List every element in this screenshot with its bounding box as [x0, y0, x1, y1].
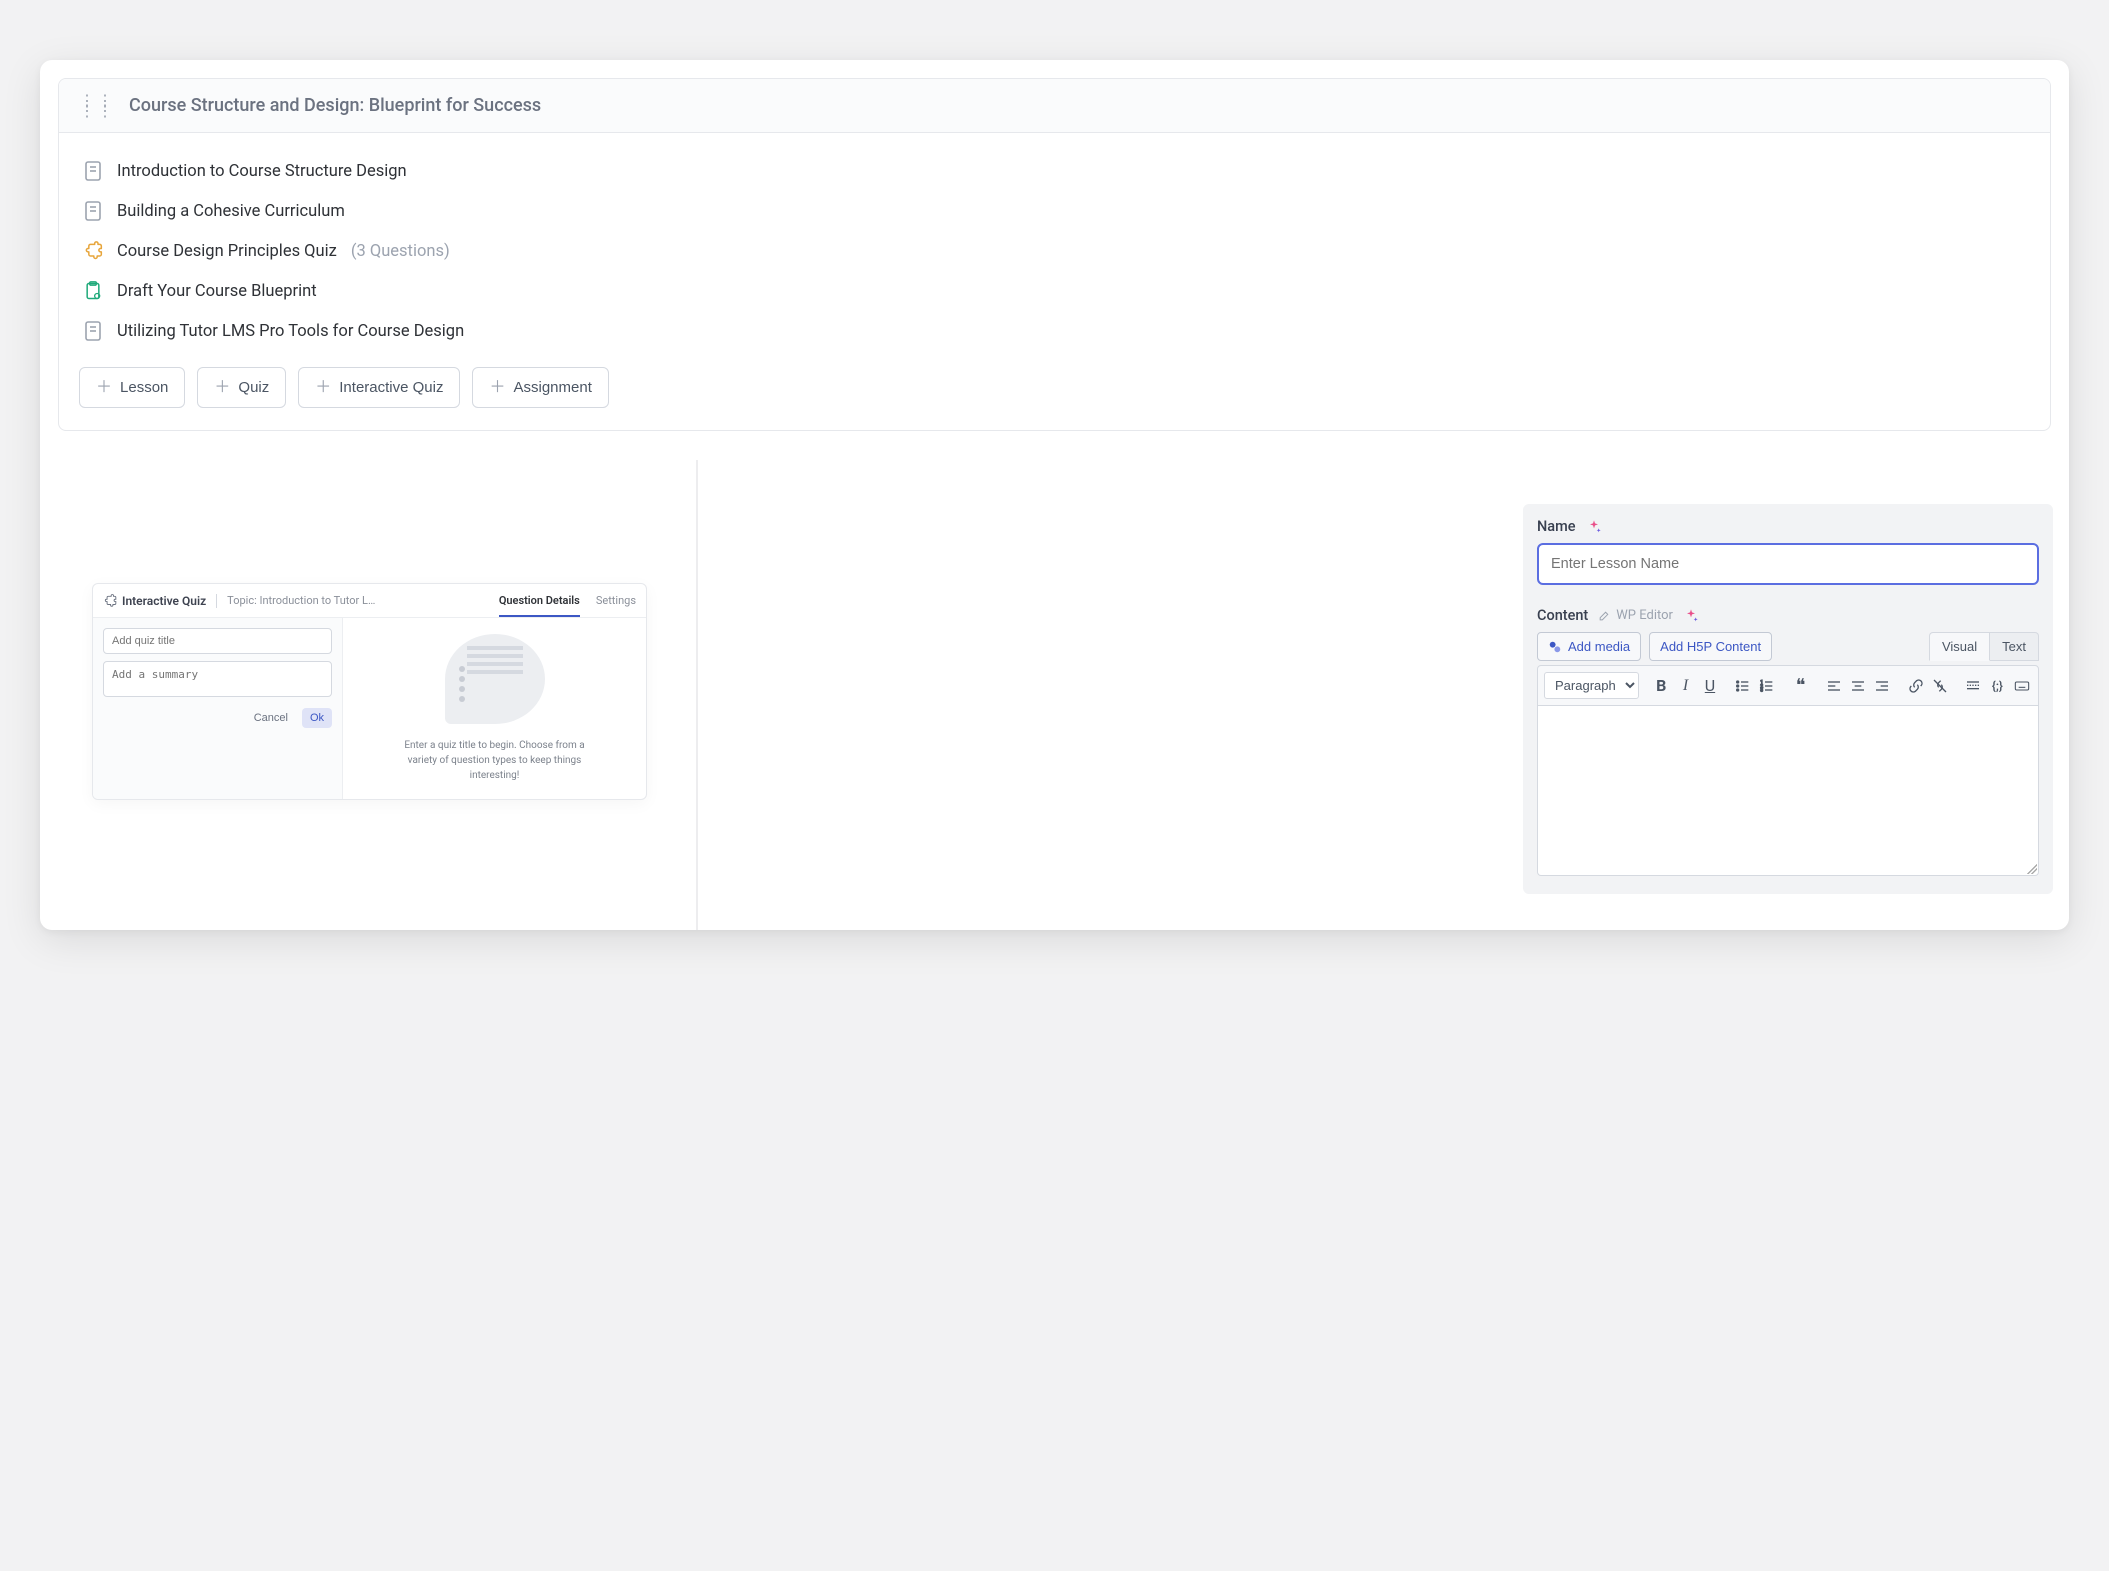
- add-media-button[interactable]: Add media: [1537, 632, 1641, 661]
- button-label: Assignment: [514, 379, 592, 396]
- quiz-hint-text: Enter a quiz title to begin. Choose from…: [395, 738, 595, 783]
- button-label: Add H5P Content: [1660, 639, 1761, 654]
- button-label: Quiz: [238, 379, 269, 396]
- ai-sparkle-icon[interactable]: [1683, 608, 1699, 624]
- content-item-label: Introduction to Course Structure Design: [117, 162, 407, 181]
- content-item-assignment[interactable]: Draft Your Course Blueprint: [79, 271, 2030, 311]
- document-icon: [83, 321, 103, 341]
- shortcode-button[interactable]: {;}: [1987, 673, 2007, 699]
- bullet-list-button[interactable]: [1733, 673, 1753, 699]
- add-assignment-button[interactable]: ＋ Assignment: [472, 367, 608, 408]
- ok-button[interactable]: Ok: [302, 708, 332, 728]
- drag-handle-icon[interactable]: ⋮⋮⋮⋮: [79, 97, 115, 115]
- puzzle-icon: [83, 241, 103, 261]
- name-field-label: Name: [1537, 518, 1576, 535]
- course-box: ⋮⋮⋮⋮ Course Structure and Design: Bluepr…: [58, 78, 2051, 431]
- tab-visual[interactable]: Visual: [1929, 632, 1990, 661]
- svg-text:3: 3: [1761, 687, 1764, 693]
- media-icon: [1548, 640, 1562, 654]
- content-field-label: Content: [1537, 607, 1588, 624]
- editor-mode-tabs: Visual Text: [1929, 632, 2039, 661]
- underline-button[interactable]: U: [1700, 673, 1720, 699]
- editor-toolbar: Paragraph B I U 123 ❝ {;}: [1537, 665, 2039, 706]
- resize-handle-icon[interactable]: [2027, 864, 2037, 874]
- content-item-label: Draft Your Course Blueprint: [117, 282, 317, 301]
- quiz-empty-state: Enter a quiz title to begin. Choose from…: [343, 618, 646, 799]
- content-item-label: Building a Cohesive Curriculum: [117, 202, 345, 221]
- quiz-panel-title: Interactive Quiz: [122, 594, 206, 608]
- more-button[interactable]: [1963, 673, 1983, 699]
- wp-editor-label: WP Editor: [1616, 608, 1673, 623]
- keyboard-button[interactable]: [2012, 673, 2032, 699]
- divider: [216, 594, 217, 608]
- button-label: Interactive Quiz: [339, 379, 443, 396]
- wp-editor-toggle[interactable]: WP Editor: [1598, 608, 1673, 623]
- question-count: (3 Questions): [351, 242, 450, 261]
- add-interactive-quiz-button[interactable]: ＋ Interactive Quiz: [298, 367, 460, 408]
- add-quiz-button[interactable]: ＋ Quiz: [197, 367, 286, 408]
- align-right-button[interactable]: [1872, 673, 1892, 699]
- quiz-summary-input[interactable]: [103, 661, 332, 697]
- add-lesson-button[interactable]: ＋ Lesson: [79, 367, 185, 408]
- ai-sparkle-icon[interactable]: [1586, 519, 1602, 535]
- document-icon: [83, 161, 103, 181]
- button-label: Add media: [1568, 639, 1630, 654]
- content-item-quiz[interactable]: Course Design Principles Quiz (3 Questio…: [79, 231, 2030, 271]
- add-h5p-button[interactable]: Add H5P Content: [1649, 632, 1772, 661]
- lesson-editor-panel: Name Content WP Editor Add media: [1523, 504, 2053, 894]
- quiz-topic-label: Topic: Introduction to Tutor LMS P...: [227, 594, 377, 607]
- clipboard-icon: [83, 281, 103, 301]
- format-select[interactable]: Paragraph: [1544, 672, 1639, 699]
- quiz-left-form: Cancel Ok: [93, 618, 343, 799]
- page-card: ⋮⋮⋮⋮ Course Structure and Design: Bluepr…: [40, 60, 2069, 930]
- align-center-button[interactable]: [1848, 673, 1868, 699]
- course-header[interactable]: ⋮⋮⋮⋮ Course Structure and Design: Bluepr…: [59, 79, 2050, 133]
- tab-question-details[interactable]: Question Details: [499, 590, 580, 611]
- course-body: Introduction to Course Structure Design …: [59, 133, 2050, 430]
- panel-seam: [696, 460, 698, 930]
- content-item-label: Course Design Principles Quiz: [117, 242, 337, 261]
- quiz-title-input[interactable]: [103, 628, 332, 654]
- italic-button[interactable]: I: [1675, 673, 1695, 699]
- document-icon: [83, 201, 103, 221]
- content-item-lesson[interactable]: Utilizing Tutor LMS Pro Tools for Course…: [79, 311, 2030, 351]
- link-button[interactable]: [1905, 673, 1925, 699]
- cancel-button[interactable]: Cancel: [246, 708, 296, 728]
- unlink-button[interactable]: [1930, 673, 1950, 699]
- bold-button[interactable]: B: [1651, 673, 1671, 699]
- content-editor[interactable]: [1537, 706, 2039, 876]
- add-content-actions: ＋ Lesson ＋ Quiz ＋ Interactive Quiz ＋ Ass…: [79, 367, 2030, 408]
- interactive-quiz-panel: Interactive Quiz Topic: Introduction to …: [92, 583, 647, 800]
- lesson-name-input[interactable]: [1537, 543, 2039, 585]
- quiz-panel-header: Interactive Quiz Topic: Introduction to …: [93, 584, 646, 618]
- tab-text[interactable]: Text: [1990, 632, 2039, 661]
- content-item-lesson[interactable]: Introduction to Course Structure Design: [79, 151, 2030, 191]
- content-item-label: Utilizing Tutor LMS Pro Tools for Course…: [117, 322, 464, 341]
- numbered-list-button[interactable]: 123: [1757, 673, 1777, 699]
- tab-settings[interactable]: Settings: [596, 590, 636, 611]
- puzzle-icon: [103, 594, 117, 608]
- quiz-empty-illustration-icon: [445, 634, 545, 724]
- course-title: Course Structure and Design: Blueprint f…: [129, 95, 541, 116]
- content-item-lesson[interactable]: Building a Cohesive Curriculum: [79, 191, 2030, 231]
- align-left-button[interactable]: [1823, 673, 1843, 699]
- quote-button[interactable]: ❝: [1790, 673, 1810, 699]
- button-label: Lesson: [120, 379, 168, 396]
